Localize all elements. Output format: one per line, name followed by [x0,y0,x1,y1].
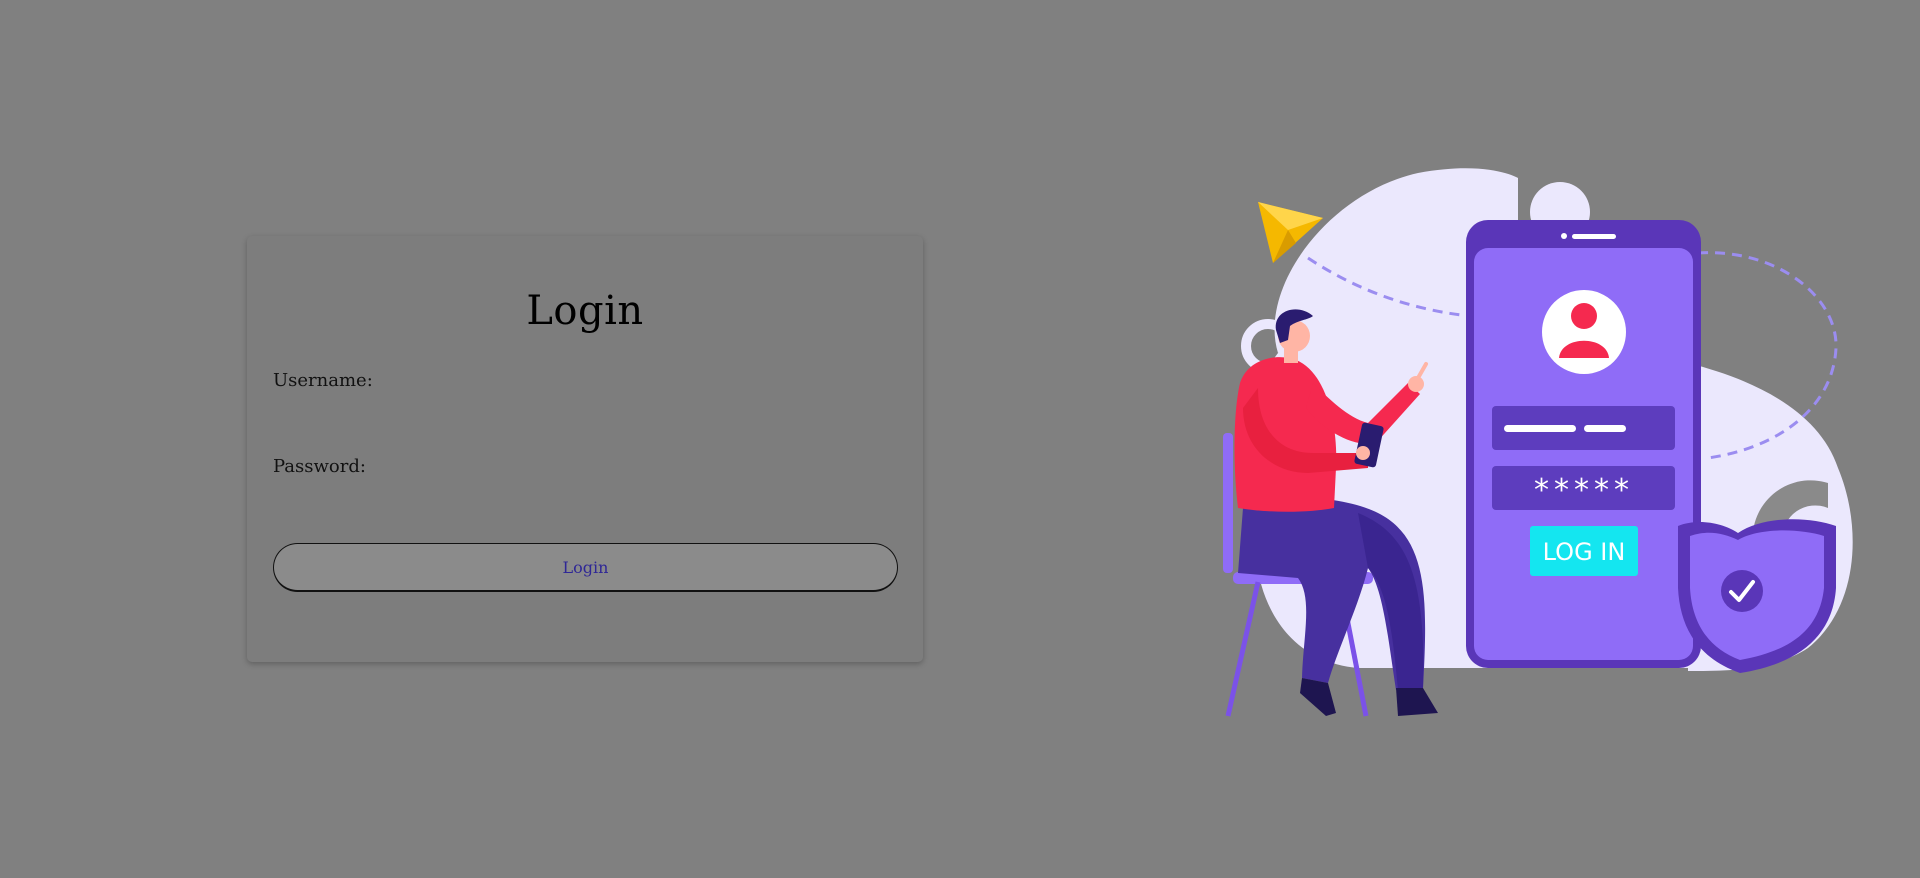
username-input[interactable] [273,396,901,432]
password-label: Password: [273,456,366,477]
username-label: Username: [273,370,373,391]
password-mask-text: ***** [1534,473,1634,508]
login-button[interactable]: Login [273,543,898,592]
password-input[interactable] [273,482,901,518]
phone-mockup: ***** LOG IN [1466,220,1701,668]
login-illustration: ***** LOG IN [1223,168,1853,717]
phone-login-text: LOG IN [1543,538,1626,566]
page-title: Login [526,288,644,334]
login-card: Login Username: Password: Login [247,236,923,662]
avatar [1542,290,1626,374]
login-page: Login Username: Password: Login ***** LO… [0,0,1920,878]
